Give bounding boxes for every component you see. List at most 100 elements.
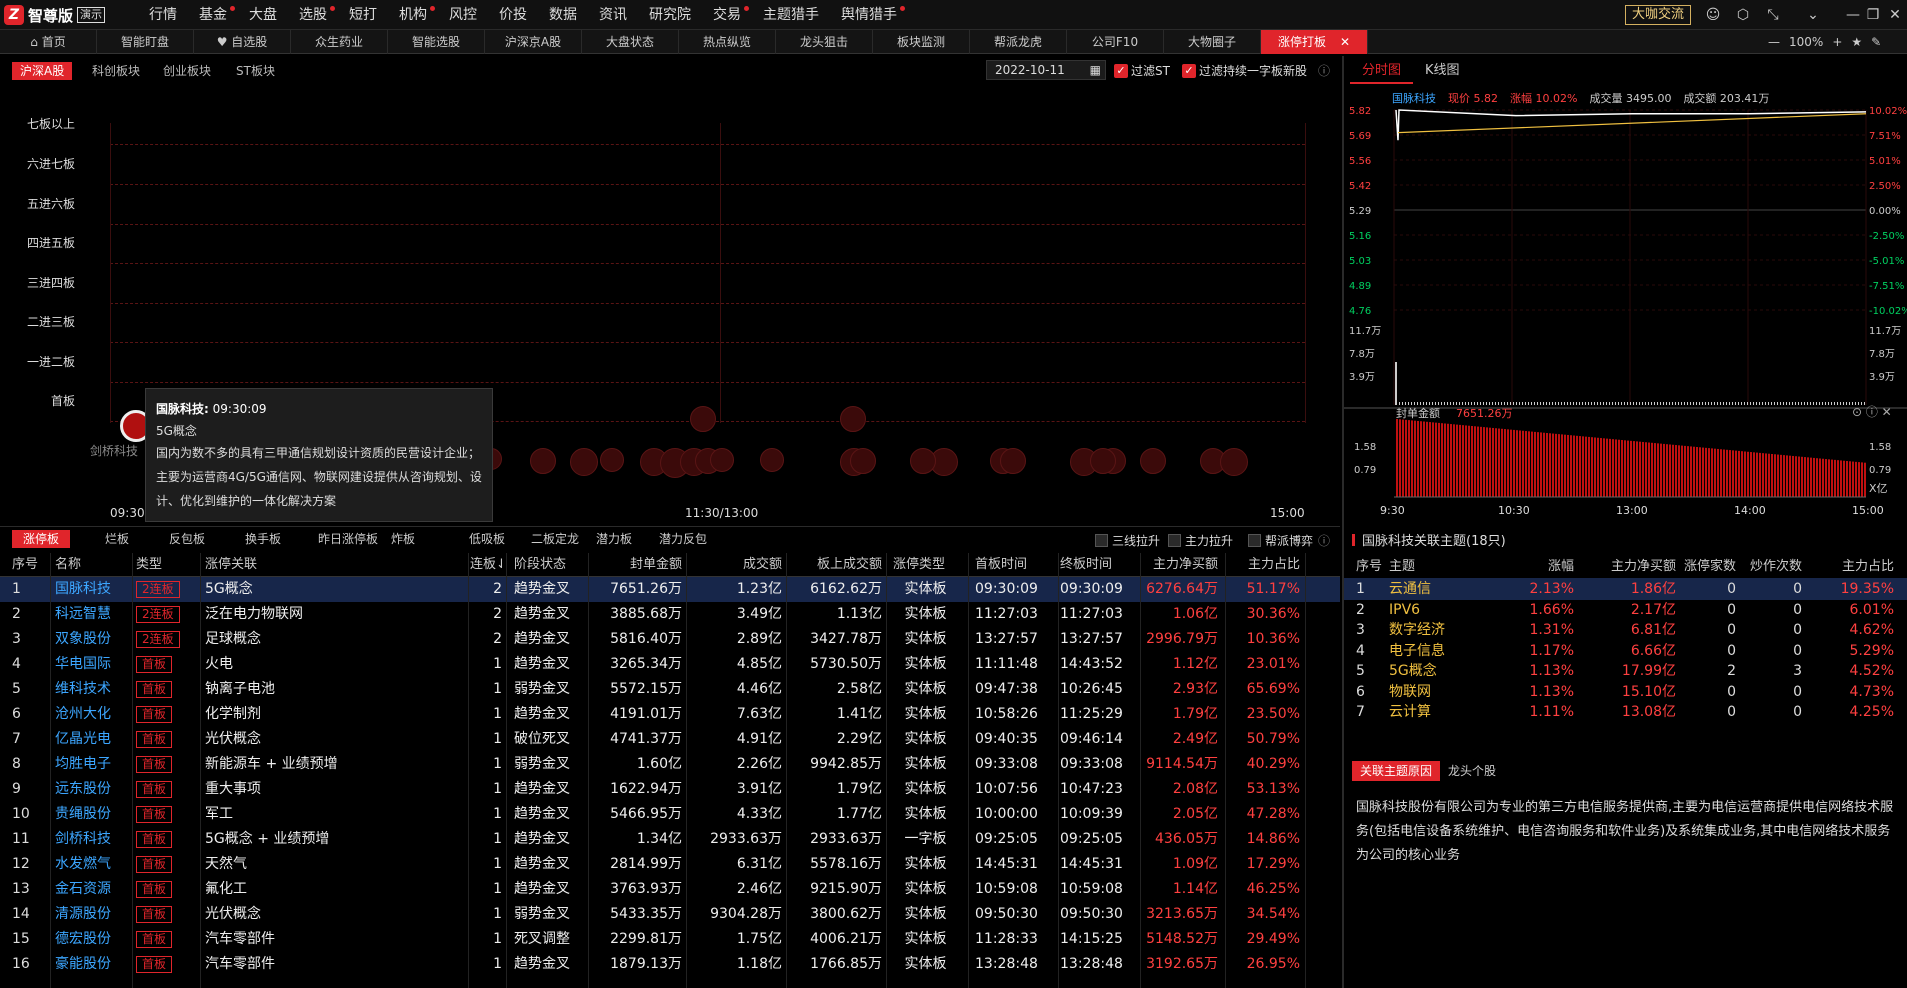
menu-item[interactable]: 价投: [488, 0, 538, 30]
table-row[interactable]: 1 国脉科技 2连板 5G概念 2 趋势金叉 7651.26万 1.23亿 6162.62万 实体…: [0, 577, 1340, 602]
table-cell[interactable]: 水发燃气: [55, 852, 135, 877]
column-header[interactable]: 首板时间: [975, 553, 1055, 578]
tab-intraday[interactable]: 分时图: [1350, 58, 1414, 84]
tab-kline[interactable]: K线图: [1413, 58, 1472, 84]
menu-item[interactable]: 短打: [338, 0, 388, 30]
stock-bubble[interactable]: [850, 448, 876, 474]
table-row[interactable]: 11 剑桥科技 首板 5G概念 + 业绩预增 1 趋势金叉 1.34亿 2933.63万 293…: [0, 827, 1340, 852]
stock-bubble[interactable]: [840, 406, 866, 432]
coffee-exchange-button[interactable]: 大咖交流: [1625, 5, 1692, 25]
filter-checkbox[interactable]: 三线拉升: [1095, 532, 1160, 549]
related-cell[interactable]: 5G概念: [1389, 660, 1437, 682]
table-cell[interactable]: 双象股份: [55, 627, 135, 652]
menu-item[interactable]: 基金: [188, 0, 238, 30]
board-tab[interactable]: 涨停板: [12, 530, 71, 548]
tab-item[interactable]: 众生药业: [291, 30, 388, 54]
table-cell[interactable]: 贵绳股份: [55, 802, 135, 827]
calendar-icon[interactable]: ▦: [1090, 61, 1101, 79]
board-tab[interactable]: 烂板: [94, 530, 140, 548]
tab-item[interactable]: 智能选股: [388, 30, 485, 54]
column-header[interactable]: 涨停类型: [893, 553, 958, 578]
date-picker[interactable]: 2022-10-11 ▦: [986, 60, 1106, 80]
related-cell[interactable]: IPV6: [1389, 599, 1420, 621]
column-header[interactable]: 终板时间: [1060, 553, 1140, 578]
column-header[interactable]: 连板↓: [470, 553, 502, 578]
column-header[interactable]: 涨幅: [1494, 556, 1574, 578]
menu-item[interactable]: 资讯: [588, 0, 638, 30]
column-header[interactable]: 序号: [1356, 556, 1382, 578]
menu-item[interactable]: 交易: [702, 0, 752, 30]
table-row[interactable]: 10 贵绳股份 首板 军工 1 趋势金叉 5466.95万 4.33亿 1.77亿 实体板 10:0…: [0, 802, 1340, 827]
table-row[interactable]: 8 均胜电子 首板 新能源车 + 业绩预增 1 弱势金叉 1.60亿 2.26亿 9942.85…: [0, 752, 1340, 777]
column-header[interactable]: 涨停关联: [205, 553, 465, 578]
menu-item[interactable]: 主题猎手: [752, 0, 830, 30]
table-row[interactable]: 13 金石资源 首板 氟化工 1 趋势金叉 3763.93万 2.46亿 9215.90万 实体板…: [0, 877, 1340, 902]
tab-item[interactable]: 智能盯盘: [97, 30, 194, 54]
zoom-in-icon[interactable]: +: [1832, 35, 1842, 49]
stock-bubble[interactable]: [910, 448, 936, 474]
tab-item[interactable]: 热点纵览: [679, 30, 776, 54]
column-header[interactable]: 名称: [55, 553, 135, 578]
stock-bubble[interactable]: [710, 448, 734, 472]
market-tab[interactable]: 沪深A股: [12, 62, 73, 80]
menu-item[interactable]: 数据: [538, 0, 588, 30]
menu-item[interactable]: 行情: [138, 0, 188, 30]
app-logo[interactable]: Z 智尊版 演示: [4, 4, 106, 26]
tab-related-reason[interactable]: 关联主题原因: [1352, 761, 1441, 781]
table-cell[interactable]: 清源股份: [55, 902, 135, 927]
related-theme-row[interactable]: 7 云计算 1.11% 13.08亿 0 0 4.25%: [1344, 701, 1907, 723]
filter-checkbox[interactable]: 帮派博弈: [1248, 532, 1313, 549]
board-tab[interactable]: 反包板: [158, 530, 216, 548]
table-cell[interactable]: 豪能股份: [55, 952, 135, 977]
menu-item[interactable]: 机构: [388, 0, 438, 30]
table-row[interactable]: 3 双象股份 2连板 足球概念 2 趋势金叉 5816.40万 2.89亿 3427.78万 实体…: [0, 627, 1340, 652]
help-icon[interactable]: ⓘ: [1318, 62, 1330, 79]
column-header[interactable]: 类型: [136, 553, 194, 578]
user-icon[interactable]: ☺: [1703, 5, 1723, 25]
related-theme-row[interactable]: 3 数字经济 1.31% 6.81亿 0 0 4.62%: [1344, 619, 1907, 641]
table-row[interactable]: 15 德宏股份 首板 汽车零部件 1 死叉调整 2299.81万 1.75亿 4006.21万 实…: [0, 927, 1340, 952]
stock-bubble[interactable]: [1090, 448, 1116, 474]
board-tab[interactable]: 炸板: [380, 530, 426, 548]
pin-icon[interactable]: ★: [1851, 35, 1862, 49]
table-row[interactable]: 12 水发燃气 首板 天然气 1 趋势金叉 2814.99万 6.31亿 5578.16万 实体板…: [0, 852, 1340, 877]
column-header[interactable]: 主力净买额: [1138, 553, 1218, 578]
related-cell[interactable]: 数字经济: [1389, 619, 1445, 641]
table-cell[interactable]: 维科技术: [55, 677, 135, 702]
maximize-icon[interactable]: ❐: [1863, 5, 1883, 25]
menu-item[interactable]: 舆情猎手: [830, 0, 908, 30]
tab-item[interactable]: 公司F10: [1067, 30, 1164, 54]
tab-item[interactable]: 大物圈子: [1164, 30, 1261, 54]
column-header[interactable]: 阶段状态: [514, 553, 584, 578]
related-cell[interactable]: 物联网: [1389, 681, 1431, 703]
table-cell[interactable]: 均胜电子: [55, 752, 135, 777]
help-icon[interactable]: ⓘ: [1318, 532, 1330, 549]
related-theme-row[interactable]: 2 IPV6 1.66% 2.17亿 0 0 6.01%: [1344, 599, 1907, 621]
column-header[interactable]: 板上成交额: [790, 553, 882, 578]
tab-item[interactable]: 帮派龙虎: [970, 30, 1067, 54]
settings-icon[interactable]: ⬡: [1733, 5, 1753, 25]
board-tab[interactable]: 换手板: [234, 530, 292, 548]
filter-one-word-checkbox[interactable]: ✓ 过滤持续一字板新股: [1182, 62, 1307, 79]
menu-item[interactable]: 研究院: [638, 0, 702, 30]
column-header[interactable]: 主题: [1389, 556, 1415, 578]
stock-bubble[interactable]: [1000, 448, 1026, 474]
related-theme-row[interactable]: 1 云通信 2.13% 1.86亿 0 0 19.35%: [1344, 578, 1907, 600]
tab-item[interactable]: 沪深京A股: [485, 30, 582, 54]
stock-bubble[interactable]: [1140, 448, 1166, 474]
stock-bubble[interactable]: [600, 448, 624, 472]
shrink-icon[interactable]: ⤡: [1763, 5, 1783, 25]
market-tab[interactable]: ST板块: [228, 62, 283, 80]
table-row[interactable]: 4 华电国际 首板 火电 1 趋势金叉 3265.34万 4.85亿 5730.50万 实体板 11…: [0, 652, 1340, 677]
board-tab[interactable]: 潜力反包: [648, 530, 718, 548]
tab-item[interactable]: ⌂ 首页: [0, 30, 97, 54]
zoom-out-icon[interactable]: —: [1768, 35, 1780, 49]
related-theme-row[interactable]: 4 电子信息 1.17% 6.66亿 0 0 5.29%: [1344, 640, 1907, 662]
related-theme-row[interactable]: 5 5G概念 1.13% 17.99亿 2 3 4.52%: [1344, 660, 1907, 682]
board-tab[interactable]: 昨日涨停板: [307, 530, 389, 548]
table-row[interactable]: 14 清源股份 首板 光伏概念 1 弱势金叉 5433.35万 9304.28万 3800.62…: [0, 902, 1340, 927]
table-row[interactable]: 6 沧州大化 首板 化学制剂 1 趋势金叉 4191.01万 7.63亿 1.41亿 实体板 10:…: [0, 702, 1340, 727]
filter-checkbox[interactable]: 主力拉升: [1168, 532, 1233, 549]
table-cell[interactable]: 剑桥科技: [55, 827, 135, 852]
stock-bubble[interactable]: [1220, 448, 1248, 476]
